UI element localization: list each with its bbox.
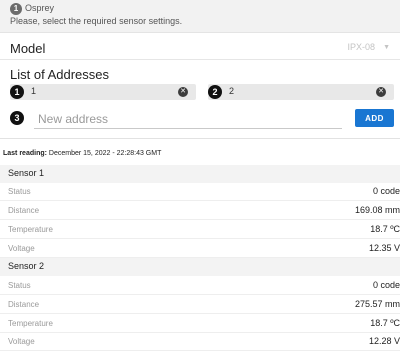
sensor-row-key: Status: [8, 187, 31, 196]
sensor-row-value: 275.57 mm: [354, 299, 400, 309]
chevron-down-icon: ▼: [383, 43, 390, 51]
model-select[interactable]: IPX-08 ▼: [348, 42, 390, 52]
sensor-row-value: 18.7 ºC: [370, 224, 400, 234]
sensor-row-value: 169.08 mm: [354, 205, 400, 215]
sensor-header: Sensor 2: [0, 258, 400, 276]
sensor-row-key: Status: [8, 281, 31, 290]
sensor-row-key: Distance: [8, 206, 40, 215]
sensor-row-key: Voltage: [8, 337, 35, 346]
sensor-row: Status 0 code: [0, 277, 400, 295]
number-1-icon: 1: [10, 85, 24, 99]
sensor-name: Sensor 2: [8, 261, 45, 271]
sensor-row: Voltage 12.35 V: [0, 240, 400, 258]
sensor-name: Sensor 1: [8, 168, 45, 178]
sensor-row-value: 12.35 V: [368, 243, 400, 253]
number-2-icon: 2: [208, 85, 222, 99]
last-reading-value: December 15, 2022 - 22:28:43 GMT: [48, 150, 162, 157]
last-reading: Last reading: December 15, 2022 - 22:28:…: [3, 150, 161, 157]
sensor-row: Distance 275.57 mm: [0, 296, 400, 314]
sensor-row-value: 0 code: [372, 186, 400, 196]
close-icon[interactable]: ✕: [178, 87, 188, 97]
sensor-row: Temperature 18.7 ºC: [0, 315, 400, 333]
close-icon[interactable]: ✕: [376, 87, 386, 97]
new-address-input[interactable]: [34, 109, 342, 129]
model-label: Model: [10, 41, 46, 56]
address-chip-value: 1: [31, 86, 37, 96]
model-row: Model IPX-08 ▼: [0, 34, 400, 60]
sensor-row-key: Temperature: [8, 225, 53, 234]
add-address-button[interactable]: ADD: [355, 109, 394, 127]
notice-message: Please, select the required sensor setti…: [10, 16, 183, 26]
sensor-row: Temperature 18.7 ºC: [0, 221, 400, 239]
sensor-row-key: Temperature: [8, 319, 53, 328]
divider: [0, 138, 400, 139]
address-chip[interactable]: 1 ✕: [10, 84, 196, 100]
notice-title: Osprey: [25, 3, 55, 13]
model-select-value: IPX-08: [347, 42, 376, 52]
sensor-row-key: Voltage: [8, 244, 35, 253]
sensor-row-key: Distance: [8, 300, 40, 309]
last-reading-label: Last reading:: [3, 150, 47, 157]
info-number-icon: 1: [10, 3, 22, 15]
address-chip[interactable]: 2 ✕: [208, 84, 394, 100]
sensor-row-value: 0 code: [372, 280, 400, 290]
address-chip-value: 2: [229, 86, 235, 96]
sensor-header: Sensor 1: [0, 165, 400, 183]
sensor-row: Distance 169.08 mm: [0, 202, 400, 220]
sensor-row-value: 18.7 ºC: [370, 318, 400, 328]
addresses-title: List of Addresses: [10, 67, 109, 82]
notice-banner: 1 Osprey Please, select the required sen…: [0, 0, 400, 33]
number-3-icon: 3: [10, 111, 24, 125]
sensor-row: Status 0 code: [0, 183, 400, 201]
sensor-row-value: 12.28 V: [368, 336, 400, 346]
sensor-row: Voltage 12.28 V: [0, 333, 400, 351]
